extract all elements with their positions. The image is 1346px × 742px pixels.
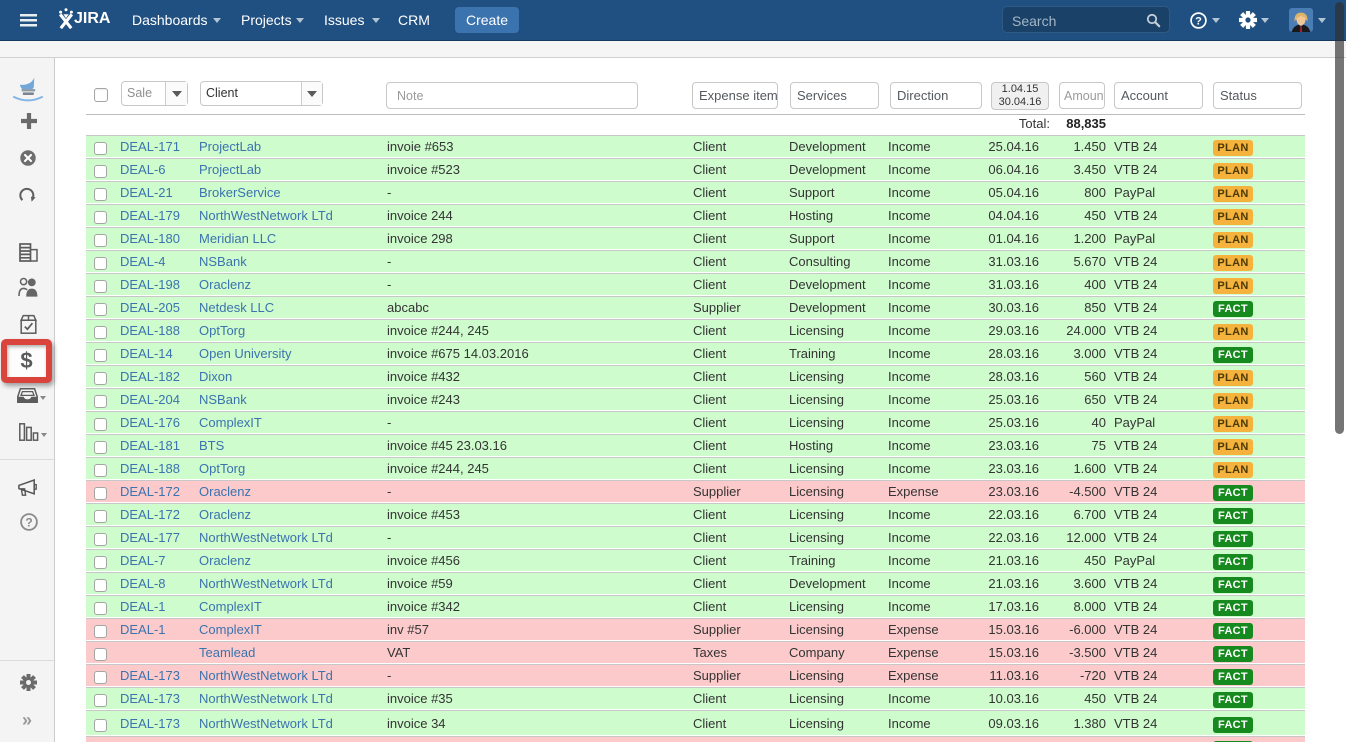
svg-text:?: ? <box>25 515 32 529</box>
svg-text:?: ? <box>1195 16 1202 28</box>
